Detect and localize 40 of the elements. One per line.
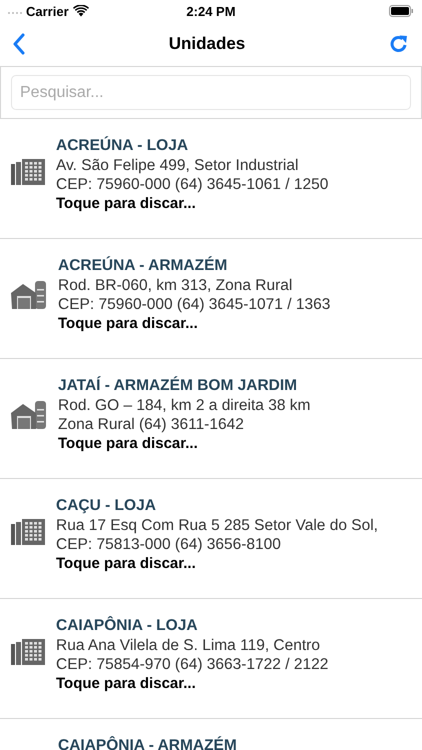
tap-to-call-text: Toque para discar... <box>56 554 197 574</box>
tap-to-call-text: Toque para discar... <box>58 314 199 334</box>
office-building-icon <box>11 519 45 545</box>
unit-row[interactable]: CAIAPÔNIA - ARMAZÉM <box>0 719 422 750</box>
unit-name: CAIAPÔNIA - ARMAZÉM <box>58 736 237 750</box>
unit-row[interactable]: CAIAPÔNIA - LOJA Rua Ana Vilela de S. Lima 119, Centro CEP: 75854-970 (64) 3663-1722 / 2122 Toque para discar... <box>0 599 422 719</box>
unit-name: CAÇU - LOJA <box>56 496 157 516</box>
unit-row[interactable]: ACREÚNA - LOJA Av. São Felipe 499, Setor Industrial CEP: 75960-000 (64) 3645-1061 / 1250 Toque para discar... <box>0 119 422 239</box>
clock-time: 2:24 PM <box>186 4 236 18</box>
unit-address: Rod. GO – 184, km 2 a direita 38 km <box>58 396 310 415</box>
unit-address: Av. São Felipe 499, Setor Industrial <box>56 156 300 175</box>
battery-icon <box>389 5 414 17</box>
wifi-icon <box>72 5 89 17</box>
tap-to-call-text: Toque para discar... <box>56 194 197 214</box>
unit-row[interactable]: JATAÍ - ARMAZÉM BOM JARDIM Rod. GO – 184, km 2 a direita 38 km Zona Rural (64) 3611-1642 Toque para discar... <box>0 359 422 479</box>
tap-to-call-text: Toque para discar... <box>56 674 197 694</box>
unit-address: Rua Ana Vilela de S. Lima 119, Centro <box>56 636 321 655</box>
unit-address: CEP: 75960-000 (64) 3645-1061 / 1250 <box>56 175 328 194</box>
office-building-icon <box>11 639 45 665</box>
warehouse-icon <box>11 279 47 309</box>
unit-address: Rua 17 Esq Com Rua 5 285 Setor Vale do Sol, <box>56 516 378 535</box>
back-chevron-icon[interactable] <box>12 33 26 55</box>
unit-name: CAIAPÔNIA - LOJA <box>56 616 199 636</box>
unit-address: CEP: 75813-000 (64) 3656-8100 <box>56 535 282 554</box>
tap-to-call-text: Toque para discar... <box>58 434 199 454</box>
refresh-icon[interactable] <box>388 33 410 55</box>
unit-address: CEP: 75960-000 (64) 3645-1071 / 1363 <box>58 295 330 314</box>
screen-title: Unidades <box>168 34 246 54</box>
unit-name: ACREÚNA - LOJA <box>56 136 190 156</box>
unit-address: CEP: 75854-970 (64) 3663-1722 / 2122 <box>56 655 328 674</box>
unit-address: Zona Rural (64) 3611-1642 <box>58 415 245 434</box>
office-building-icon <box>11 159 45 185</box>
unit-row[interactable]: CAÇU - LOJA Rua 17 Esq Com Rua 5 285 Setor Vale do Sol, CEP: 75813-000 (64) 3656-8100 Toque para discar... <box>0 479 422 599</box>
unit-row[interactable]: ACREÚNA - ARMAZÉM Rod. BR-060, km 313, Zona Rural CEP: 75960-000 (64) 3645-1071 / 1363 Toque para discar... <box>0 239 422 359</box>
carrier-name: Carrier <box>26 4 69 18</box>
warehouse-icon <box>11 399 47 429</box>
unit-name: ACREÚNA - ARMAZÉM <box>58 256 228 276</box>
unit-name: JATAÍ - ARMAZÉM BOM JARDIM <box>58 376 298 396</box>
search-field[interactable]: Pesquisar... <box>11 75 411 110</box>
unit-address: Rod. BR-060, km 313, Zona Rural <box>58 276 294 295</box>
